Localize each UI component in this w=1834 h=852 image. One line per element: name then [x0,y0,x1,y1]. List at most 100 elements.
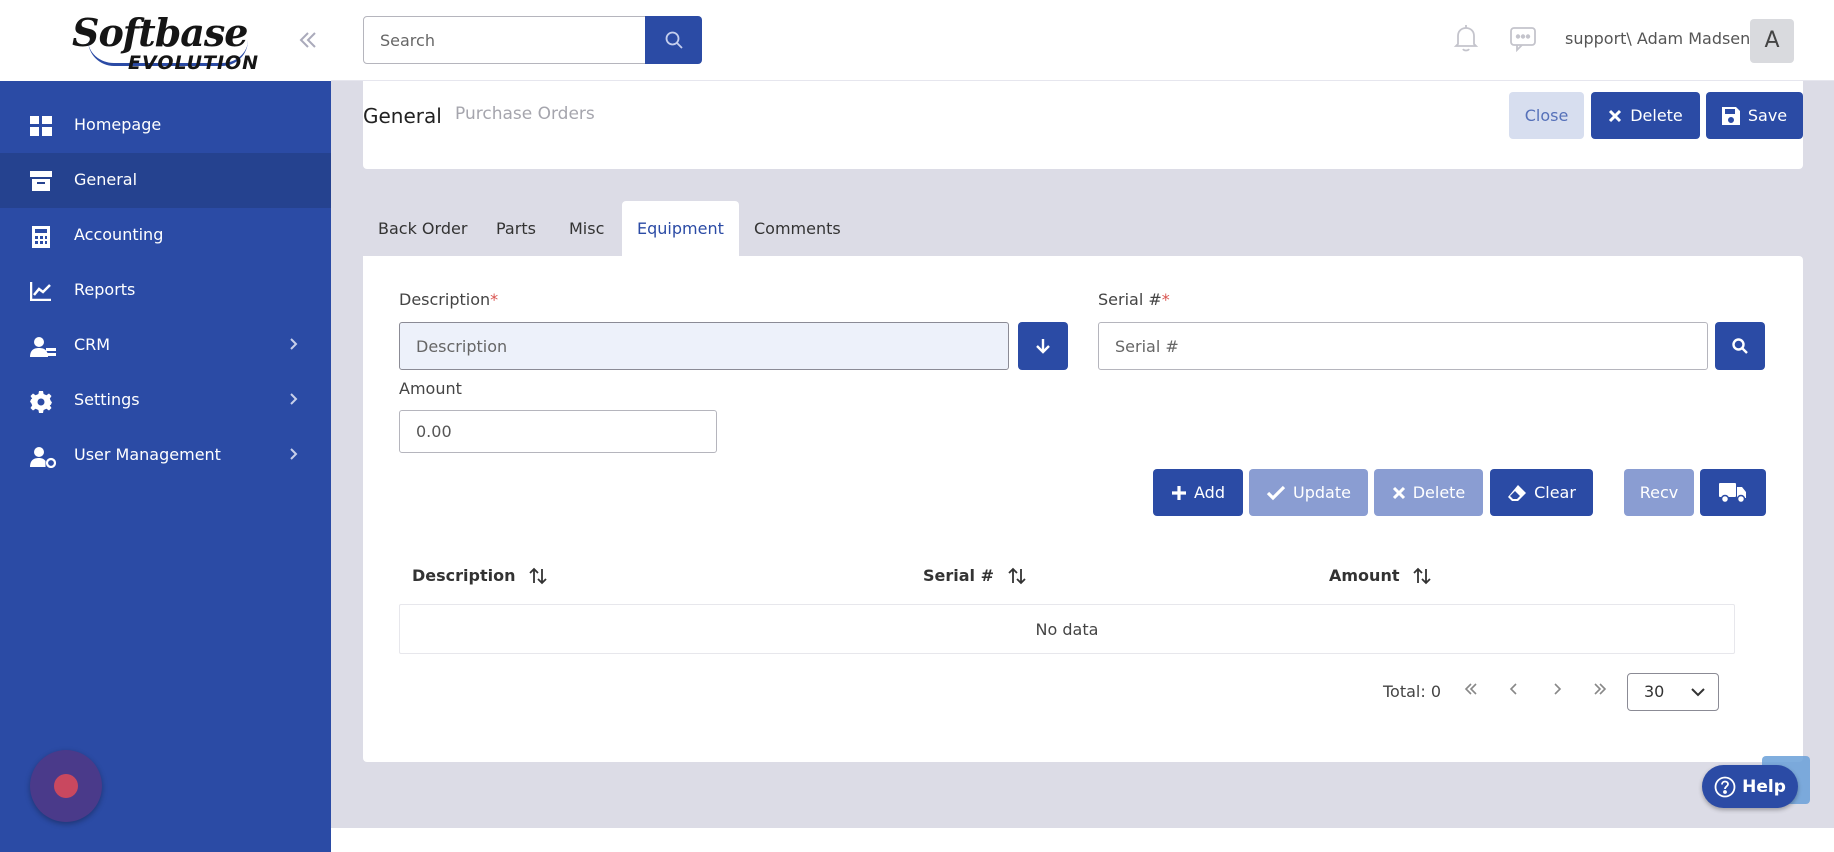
required-mark: * [1161,290,1170,309]
column-header-label: Description [412,566,516,585]
update-button-label: Update [1293,483,1351,502]
bell-icon[interactable] [1453,24,1479,52]
add-button-label: Add [1194,483,1225,502]
sidebar-item-label: User Management [74,445,221,464]
description-input[interactable] [399,322,1009,370]
description-label-text: Description [399,290,491,309]
user-name[interactable]: support\ Adam Madsen [1565,29,1750,48]
clear-button[interactable]: Clear [1490,469,1593,516]
sidebar-item-reports[interactable]: Reports [0,263,331,318]
search-icon [1732,338,1748,354]
last-page-icon[interactable] [1589,682,1611,702]
breadcrumb-purchase-orders[interactable]: Purchase Orders [455,104,595,124]
column-header-label: Serial # [923,566,995,585]
user-cog-icon [30,446,57,469]
calculator-icon [30,226,52,248]
search-input[interactable] [363,16,646,64]
next-page-icon[interactable] [1546,682,1568,702]
update-button[interactable]: Update [1249,469,1368,516]
amount-input[interactable] [399,410,717,453]
sidebar-item-label: Settings [74,390,140,409]
sidebar-item-label: Reports [74,280,136,299]
archive-icon [30,171,52,191]
table-body: No data [399,604,1735,654]
avatar[interactable]: A [1750,19,1794,63]
gear-icon [30,391,52,413]
chart-icon [29,281,52,302]
logo-text-evolution: EVOLUTION [128,52,260,74]
chevron-right-icon [286,337,300,351]
column-header-amount[interactable]: Amount [1329,566,1432,585]
clear-button-label: Clear [1534,483,1576,502]
save-button[interactable]: Save [1706,92,1803,139]
softbase-logo[interactable]: Softbase EVOLUTION [68,10,258,74]
sidebar-item-settings[interactable]: Settings [0,373,331,428]
close-button[interactable]: Close [1509,92,1584,139]
search-icon [665,31,683,49]
required-mark: * [490,290,499,309]
tab-comments[interactable]: Comments [739,201,856,257]
sidebar-item-homepage[interactable]: Homepage [0,98,331,153]
chat-icon[interactable] [1509,26,1537,53]
sidebar-item-accounting[interactable]: Accounting [0,208,331,263]
sidebar-nav: Homepage General Accounting Reports CRM [0,98,331,483]
chevron-right-icon [286,447,300,461]
shipping-button[interactable] [1700,469,1766,516]
delete-item-button-label: Delete [1412,483,1466,502]
amount-label: Amount [399,379,462,398]
page-size-select[interactable]: 30 [1627,673,1719,711]
delete-record-button[interactable]: Delete [1591,92,1700,139]
help-button-label: Help [1742,776,1786,797]
sort-icon [529,567,548,584]
tab-back-order[interactable]: Back Order [363,201,482,257]
serial-search-button[interactable] [1715,322,1765,370]
sidebar-item-user-management[interactable]: User Management [0,428,331,483]
question-circle-icon [1714,776,1736,797]
serial-label-text: Serial # [1098,290,1162,309]
record-button[interactable] [30,750,102,822]
add-button[interactable]: Add [1153,469,1243,516]
x-icon [1609,109,1622,122]
equipment-panel: Description* Serial #* Amount Add Update… [363,256,1803,762]
column-header-label: Amount [1329,566,1400,585]
collapse-sidebar-icon[interactable] [296,28,322,54]
delete-button-label: Delete [1630,106,1683,125]
save-button-label: Save [1747,106,1788,125]
record-dot-icon [54,774,78,798]
delete-item-button[interactable]: Delete [1374,469,1483,516]
tab-equipment[interactable]: Equipment [622,201,739,257]
close-button-label: Close [1524,106,1569,125]
chevron-down-icon [1691,688,1705,697]
help-button[interactable]: Help [1702,765,1798,808]
description-dropdown-button[interactable] [1018,322,1068,370]
footer [331,828,1834,852]
sidebar-item-label: Accounting [74,225,164,244]
chevron-right-icon [286,392,300,406]
sort-icon [1008,567,1026,584]
breadcrumb-current: General [363,104,442,128]
column-header-description[interactable]: Description [412,566,548,585]
tab-parts[interactable]: Parts [481,201,551,257]
first-page-icon[interactable] [1460,682,1482,702]
recv-button-label: Recv [1639,483,1679,502]
sidebar-item-general[interactable]: General [0,153,331,208]
serial-input[interactable] [1098,322,1708,370]
previous-page-icon[interactable] [1503,682,1525,702]
eraser-icon [1508,484,1527,501]
floppy-disk-icon [1721,106,1740,125]
tab-misc[interactable]: Misc [554,201,619,257]
check-icon [1266,485,1286,500]
record-header: General Purchase Orders Close Delete Sav… [363,81,1803,169]
total-count: Total: 0 [1383,682,1442,701]
search-button[interactable] [645,16,702,64]
recv-button[interactable]: Recv [1624,469,1694,516]
x-icon [1392,486,1405,499]
column-header-serial[interactable]: Serial # [923,566,1026,585]
sidebar-item-label: General [74,170,138,189]
plus-icon [1172,485,1186,500]
truck-icon [1719,482,1746,503]
sidebar-item-label: Homepage [74,115,162,134]
arrow-down-icon [1036,339,1050,354]
topbar: support\ Adam Madsen A [331,0,1834,81]
sidebar-item-crm[interactable]: CRM [0,318,331,373]
